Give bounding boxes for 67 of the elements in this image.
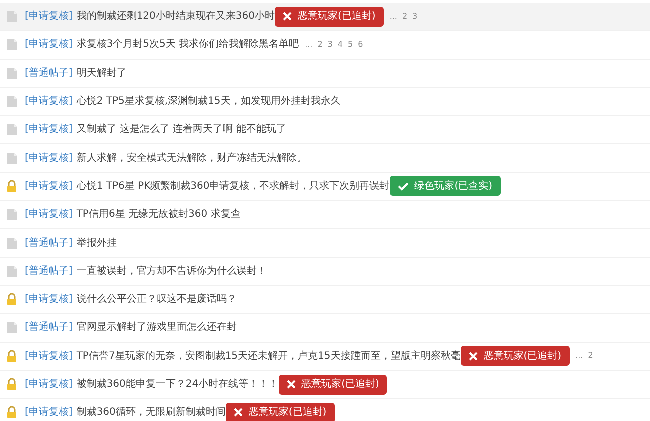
thread-tag[interactable]: [申请复核] — [25, 122, 73, 138]
thread-tag[interactable]: [普通帖子] — [25, 66, 73, 81]
thread-tag[interactable]: [申请复核] — [25, 207, 73, 222]
thread-tag[interactable]: [普通帖子] — [25, 320, 73, 336]
document-icon — [6, 321, 18, 334]
thread-title[interactable]: 又制裁了 这是怎么了 连着两天了啊 能不能玩了 — [76, 122, 286, 138]
status-badge: 恶意玩家(已追封) — [226, 402, 335, 421]
lock-icon — [6, 293, 18, 306]
document-icon — [6, 264, 18, 278]
document-icon — [6, 152, 18, 165]
thread-title[interactable]: 心悦2 TP5星求复核,深渊制裁15天，如发现用外挂封我永久 — [76, 94, 341, 110]
lock-icon — [6, 180, 18, 193]
thread-title[interactable]: 新人求解，安全模式无法解除，财产冻结无法解除。 — [76, 150, 307, 166]
thread-tag[interactable]: [申请复核] — [25, 377, 73, 392]
lock-icon — [6, 350, 18, 363]
page-link[interactable]: 2 — [588, 350, 594, 362]
status-badge: 恶意玩家(已追封) — [278, 374, 388, 394]
lock-icon — [6, 406, 18, 420]
page-link[interactable]: 5 — [348, 38, 354, 51]
document-icon — [6, 208, 18, 222]
document-icon — [6, 236, 18, 250]
document-icon — [6, 95, 18, 108]
page-link[interactable]: 6 — [358, 38, 364, 51]
document-icon — [6, 10, 18, 24]
thread-tag[interactable]: [申请复核] — [25, 405, 73, 420]
thread-row[interactable]: [普通帖子] 一直被误封，官方却不告诉你为什么误封！ — [0, 258, 650, 286]
cross-icon — [468, 352, 478, 361]
thread-title[interactable]: 被制裁360能申复一下？24小时在线等！！！ — [76, 377, 279, 392]
document-icon — [6, 123, 18, 136]
status-badge: 恶意玩家(已追封) — [275, 6, 384, 27]
page-link[interactable]: 4 — [338, 38, 343, 51]
thread-tag[interactable]: [申请复核] — [25, 292, 73, 308]
thread-tag[interactable]: [普通帖子] — [25, 236, 73, 251]
page-link[interactable]: 3 — [328, 38, 333, 51]
thread-title[interactable]: TP信誉7星玩家的无奈，安图制裁15天还未解开，卢克15天接踵而至，望版主明察秋毫 — [76, 348, 461, 364]
thread-title[interactable]: 我的制裁还剩120小时结束现在又来360小时 — [76, 9, 275, 24]
thread-row[interactable]: [普通帖子] 明天解封了 — [0, 60, 650, 88]
thread-title[interactable]: TP信用6星 无缘无故被封360 求复查 — [76, 207, 241, 222]
thread-row[interactable]: [申请复核] 我的制裁还剩120小时结束现在又来360小时 恶意玩家(已追封) ... 2 3 — [0, 3, 650, 32]
thread-title[interactable]: 制裁360循环，无限刷新制裁时间 — [76, 405, 226, 420]
thread-tag[interactable]: [申请复核] — [25, 9, 73, 24]
thread-row[interactable]: [申请复核] TP信誉7星玩家的无奈，安图制裁15天还未解开，卢克15天接踵而至，望版主明察秋毫 恶意玩家(已追封) ... 2 — [0, 342, 650, 371]
thread-title[interactable]: 一直被误封，官方却不告诉你为什么误封！ — [76, 264, 267, 279]
check-icon — [398, 182, 409, 191]
thread-tag[interactable]: [申请复核] — [25, 150, 73, 166]
thread-tag[interactable]: [申请复核] — [25, 37, 73, 52]
thread-title[interactable]: 求复核3个月封5次5天 我求你们给我解除黑名单吧 — [76, 37, 300, 52]
lock-icon — [6, 378, 18, 391]
document-icon — [6, 66, 18, 80]
thread-tag[interactable]: [申请复核] — [25, 178, 73, 194]
thread-title[interactable]: 官网显示解封了游戏里面怎么还在封 — [76, 320, 237, 336]
status-badge: 恶意玩家(已追封) — [460, 346, 570, 366]
status-badge: 绿色玩家(已查实) — [390, 176, 501, 196]
cross-icon — [234, 408, 243, 418]
page-link[interactable]: 2 — [318, 38, 323, 51]
thread-title[interactable]: 心悦1 TP6星 PK频繁制裁360申请复核，不求解封，只求下次别再误封 — [76, 178, 390, 194]
thread-title[interactable]: 说什么公平公正？叹这不是废话吗？ — [76, 292, 237, 308]
thread-tag[interactable]: [申请复核] — [25, 94, 73, 110]
thread-title[interactable]: 明天解封了 — [76, 66, 127, 81]
thread-tag[interactable]: [申请复核] — [25, 348, 73, 364]
cross-icon — [283, 12, 292, 22]
document-icon — [6, 38, 18, 52]
cross-icon — [286, 380, 296, 389]
thread-title[interactable]: 举报外挂 — [76, 236, 117, 251]
thread-tag[interactable]: [普通帖子] — [25, 264, 73, 279]
page-link[interactable]: ... — [305, 38, 313, 51]
page-link[interactable]: ... — [576, 350, 584, 362]
